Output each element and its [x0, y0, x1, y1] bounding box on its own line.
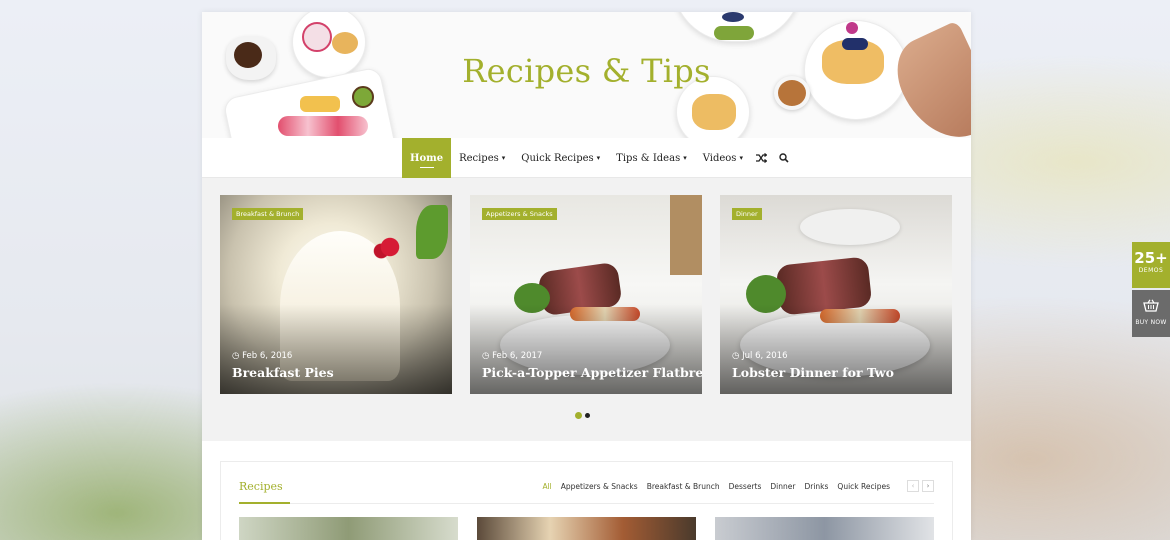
fruit-slices-decoration	[278, 116, 368, 136]
category-filters: All Appetizers & Snacks Breakfast & Brun…	[542, 482, 890, 491]
mint-decoration	[416, 205, 448, 259]
greens-decoration	[714, 26, 754, 40]
slider-dot-active[interactable]	[575, 412, 582, 419]
slide-card[interactable]: Appetizers & Snacks ◷ Feb 6, 2017 Pick-a…	[470, 195, 702, 394]
recipe-thumbnail[interactable]	[239, 517, 458, 540]
nav-item-quick-recipes[interactable]: Quick Recipes ▾	[513, 138, 608, 178]
recipe-thumbnails	[239, 517, 934, 540]
demos-label: DEMOS	[1138, 267, 1164, 274]
slider-dot[interactable]	[585, 413, 590, 418]
main-navigation: Home Recipes ▾ Quick Recipes ▾ Tips & Id…	[202, 138, 971, 178]
filter-quick-recipes[interactable]: Quick Recipes	[837, 482, 890, 491]
page-container: Recipes & Tips Home Recipes ▾ Quick Reci…	[202, 12, 971, 540]
blueberries-decoration	[842, 38, 868, 50]
demos-count: 25+	[1134, 249, 1168, 267]
shuffle-icon[interactable]	[751, 138, 773, 178]
clock-icon: ◷	[232, 351, 243, 361]
dragonfruit-decoration	[302, 22, 332, 52]
nav-item-label: Tips & Ideas	[616, 152, 681, 164]
clock-icon: ◷	[732, 351, 743, 361]
filter-dinner[interactable]: Dinner	[770, 482, 795, 491]
site-title[interactable]: Recipes & Tips	[202, 52, 971, 90]
slide-date-text: Feb 6, 2017	[492, 351, 543, 361]
demos-button[interactable]: 25+ DEMOS	[1132, 242, 1170, 288]
search-icon[interactable]	[773, 138, 795, 178]
category-badge[interactable]: Breakfast & Brunch	[232, 208, 304, 220]
buy-now-label: BUY NOW	[1135, 319, 1167, 326]
slide-date: ◷ Jul 6, 2016	[732, 351, 788, 361]
category-badge[interactable]: Appetizers & Snacks	[482, 208, 557, 220]
filter-all[interactable]: All	[542, 482, 551, 491]
slide-date-text: Feb 6, 2016	[242, 351, 293, 361]
buy-now-button[interactable]: BUY NOW	[1132, 290, 1170, 337]
nav-item-recipes[interactable]: Recipes ▾	[451, 138, 513, 178]
chevron-right-icon[interactable]: ›	[922, 480, 934, 492]
nav-item-tips-ideas[interactable]: Tips & Ideas ▾	[608, 138, 695, 178]
slide-title[interactable]: Breakfast Pies	[232, 365, 334, 380]
filter-breakfast-brunch[interactable]: Breakfast & Brunch	[647, 482, 720, 491]
slide-shade	[470, 304, 702, 394]
slide-date-text: Jul 6, 2016	[742, 351, 788, 361]
bg-plate-decoration	[800, 209, 900, 245]
slide-title[interactable]: Lobster Dinner for Two	[732, 365, 894, 380]
chevron-down-icon: ▾	[739, 154, 743, 162]
category-badge[interactable]: Dinner	[732, 208, 762, 220]
flower-decoration	[846, 22, 858, 34]
nav-item-label: Quick Recipes	[521, 152, 594, 164]
filter-drinks[interactable]: Drinks	[804, 482, 828, 491]
chevron-left-icon[interactable]: ‹	[907, 480, 919, 492]
recipes-header: Recipes All Appetizers & Snacks Breakfas…	[239, 480, 934, 504]
filter-appetizers-snacks[interactable]: Appetizers & Snacks	[561, 482, 638, 491]
recipes-pager: ‹ ›	[907, 480, 934, 492]
nav-item-label: Recipes	[459, 152, 499, 164]
berries-decoration	[722, 12, 744, 22]
featured-slider: Breakfast & Brunch ◷ Feb 6, 2016 Breakfa…	[202, 178, 971, 441]
slide-shade	[220, 304, 452, 394]
slide-card[interactable]: Dinner ◷ Jul 6, 2016 Lobster Dinner for …	[720, 195, 952, 394]
clock-icon: ◷	[482, 351, 493, 361]
pomegranate-decoration	[368, 227, 412, 267]
slide-shade	[720, 304, 952, 394]
side-widget: 25+ DEMOS BUY NOW	[1132, 242, 1170, 337]
basket-icon	[1143, 299, 1159, 312]
nav-item-label: Videos	[702, 152, 737, 164]
slide-date: ◷ Feb 6, 2017	[482, 351, 542, 361]
section-title[interactable]: Recipes	[239, 480, 290, 504]
chevron-down-icon: ▾	[596, 154, 601, 162]
crepe-center-decoration	[692, 94, 736, 130]
slide-date: ◷ Feb 6, 2016	[232, 351, 292, 361]
crepe-decoration	[332, 32, 358, 54]
nav-item-label: Home	[410, 152, 444, 164]
site-header: Recipes & Tips	[202, 12, 971, 138]
recipes-section: Recipes All Appetizers & Snacks Breakfas…	[220, 461, 953, 540]
filter-desserts[interactable]: Desserts	[729, 482, 762, 491]
slider-pagination	[575, 412, 590, 419]
recipe-thumbnail[interactable]	[477, 517, 696, 540]
chevron-down-icon: ▾	[501, 154, 506, 162]
nav-item-home[interactable]: Home	[402, 138, 452, 178]
recipe-thumbnail[interactable]	[715, 517, 934, 540]
mango-decoration	[300, 96, 340, 112]
slide-title[interactable]: Pick-a-Topper Appetizer Flatbreads	[482, 365, 702, 380]
napkin-decoration	[670, 195, 702, 275]
chevron-down-icon: ▾	[683, 154, 687, 162]
slide-card[interactable]: Breakfast & Brunch ◷ Feb 6, 2016 Breakfa…	[220, 195, 452, 394]
nav-item-videos[interactable]: Videos ▾	[695, 138, 751, 178]
